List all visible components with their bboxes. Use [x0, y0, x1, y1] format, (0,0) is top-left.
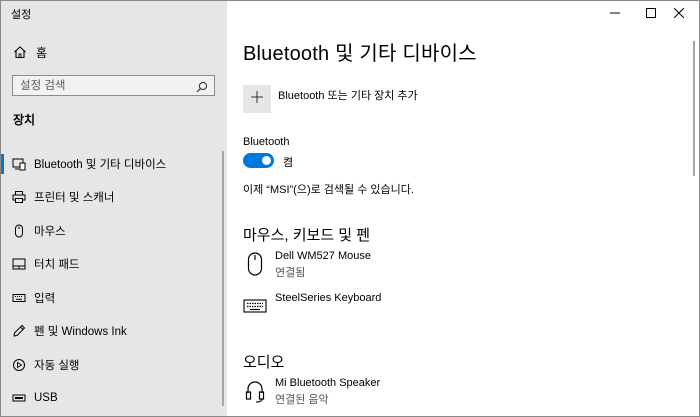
- page-title: Bluetooth 및 기타 디바이스: [243, 43, 477, 65]
- toggle-knob: [262, 156, 271, 165]
- mouse-icon: [12, 224, 26, 238]
- device-status: 연결됨: [275, 267, 306, 279]
- window-title: 설정: [11, 9, 32, 21]
- section-title: 장치: [13, 113, 36, 127]
- bluetooth-label: Bluetooth: [243, 136, 290, 148]
- sidebar-item-label: 입력: [34, 292, 56, 305]
- plus-icon: [250, 90, 264, 109]
- device-name: Mi Bluetooth Speaker: [275, 377, 381, 389]
- search-icon[interactable]: [196, 80, 208, 93]
- main-content: Bluetooth 및 기타 디바이스 Bluetooth 또는 기타 장치 추…: [227, 1, 699, 416]
- sidebar-item-pen[interactable]: 펜 및 Windows Ink: [1, 315, 227, 349]
- sidebar-item-mouse[interactable]: 마우스: [1, 214, 227, 248]
- printer-icon: [12, 190, 26, 204]
- discoverable-text: 이제 “MSI”(으)로 검색될 수 있습니다.: [243, 184, 414, 196]
- add-device-label[interactable]: Bluetooth 또는 기타 장치 추가: [278, 87, 418, 103]
- search-input[interactable]: [20, 78, 190, 93]
- device-status: 연결된 음악: [275, 394, 329, 406]
- mouse-icon: [243, 250, 267, 278]
- sidebar-item-typing[interactable]: 입력: [1, 281, 227, 315]
- settings-search[interactable]: [12, 75, 215, 96]
- home-link[interactable]: 홈: [13, 43, 47, 61]
- minimize-icon: [610, 5, 620, 23]
- keyboard-icon: [12, 291, 26, 305]
- settings-window: 설정 홈 장치 Bluetooth 및 기타 디바이스: [0, 0, 700, 417]
- sidebar-item-label: 자동 실행: [34, 359, 80, 372]
- close-button[interactable]: [657, 1, 699, 27]
- home-label: 홈: [36, 45, 48, 60]
- main-scrollbar[interactable]: [693, 41, 695, 176]
- toggle-state-label: 켬: [283, 157, 294, 169]
- sidebar-item-touchpad[interactable]: 터치 패드: [1, 248, 227, 282]
- section-heading-audio: 오디오: [243, 354, 285, 371]
- sidebar-item-label: 터치 패드: [34, 259, 80, 272]
- sidebar-item-printers[interactable]: 프린터 및 스캐너: [1, 181, 227, 215]
- home-icon: [13, 45, 27, 59]
- bluetooth-devices-icon: [12, 157, 26, 171]
- close-icon: [673, 5, 685, 23]
- touchpad-icon: [12, 257, 26, 271]
- sidebar-item-autoplay[interactable]: 자동 실행: [1, 348, 227, 382]
- sidebar-scrollbar[interactable]: [222, 151, 224, 406]
- bluetooth-toggle[interactable]: [243, 153, 274, 168]
- sidebar-item-bluetooth[interactable]: Bluetooth 및 기타 디바이스: [1, 147, 227, 181]
- sidebar-item-label: 프린터 및 스캐너: [34, 192, 115, 205]
- device-name: SteelSeries Keyboard: [275, 292, 382, 304]
- sidebar-nav: Bluetooth 및 기타 디바이스 프린터 및 스캐너 마우스 터치 패드: [1, 147, 227, 415]
- sidebar-item-usb[interactable]: USB: [1, 382, 227, 416]
- sidebar-item-label: 마우스: [34, 225, 66, 238]
- sidebar-item-label: Bluetooth 및 기타 디바이스: [34, 158, 167, 171]
- usb-icon: [12, 391, 26, 405]
- sidebar-item-label: 펜 및 Windows Ink: [34, 326, 127, 339]
- add-device-button[interactable]: [243, 85, 271, 113]
- keyboard-icon: [243, 292, 267, 320]
- section-heading-mouse-keyboard-pen: 마우스, 키보드 및 펜: [243, 227, 371, 244]
- sidebar-item-label: USB: [34, 392, 58, 405]
- maximize-icon: [646, 5, 656, 23]
- device-name: Dell WM527 Mouse: [275, 250, 371, 262]
- headphones-icon: [243, 377, 267, 405]
- sidebar: 설정 홈 장치 Bluetooth 및 기타 디바이스: [1, 1, 227, 416]
- pen-icon: [12, 324, 26, 338]
- autoplay-icon: [12, 358, 26, 372]
